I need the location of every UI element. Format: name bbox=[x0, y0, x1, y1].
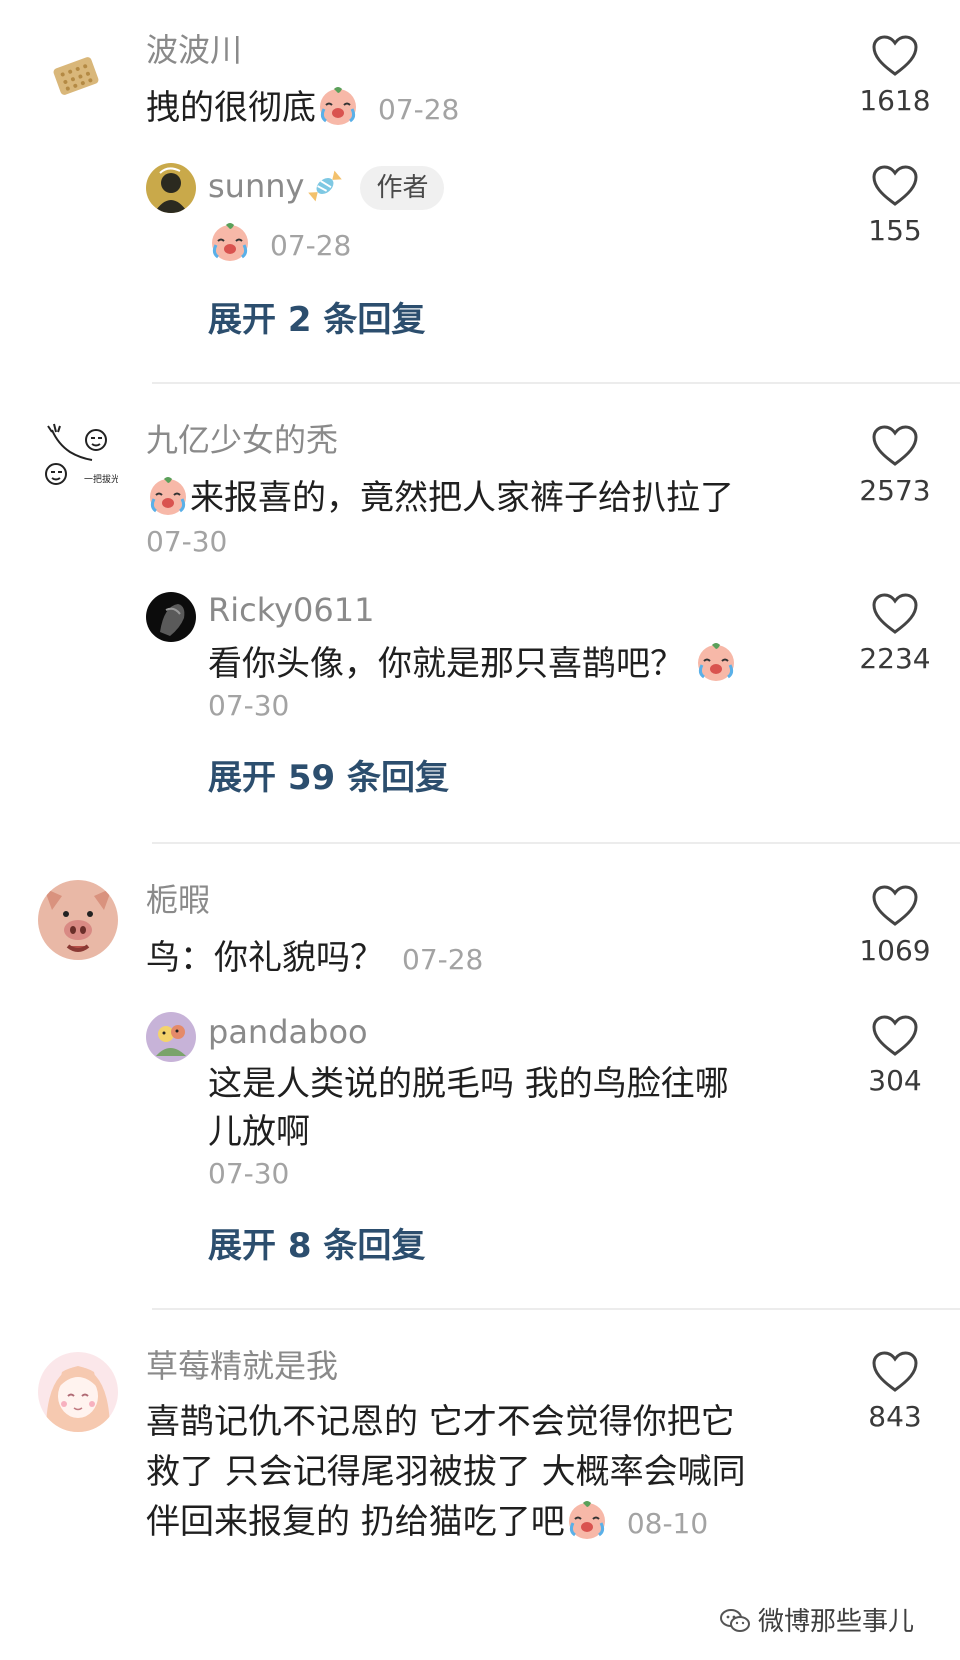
comment-text: 来报喜的，竟然把人家裤子给扒拉了 bbox=[146, 472, 734, 524]
cartoon-avatar-image bbox=[146, 1012, 196, 1062]
username[interactable]: 波波川 bbox=[146, 30, 242, 70]
candy-icon bbox=[308, 170, 343, 202]
reply-text: 看你头像，你就是那只喜鹊吧？ bbox=[208, 638, 738, 690]
reply-body: 看你头像，你就是那只喜鹊吧？ bbox=[208, 644, 684, 684]
meme-avatar-image: 一把拔光 bbox=[38, 420, 118, 500]
watermark: 微博那些事儿 bbox=[713, 1599, 920, 1640]
avatar[interactable] bbox=[146, 592, 196, 642]
wechat-icon bbox=[719, 1609, 750, 1632]
like-button[interactable]: 155 bbox=[850, 164, 940, 248]
heart-outline-icon bbox=[872, 35, 918, 76]
crying-face-emoji-icon bbox=[150, 477, 186, 515]
crying-face-emoji-icon bbox=[698, 643, 734, 681]
heart-outline-icon bbox=[872, 1351, 918, 1392]
like-count: 155 bbox=[868, 214, 922, 247]
watermark-text: 微博那些事儿 bbox=[757, 1607, 914, 1637]
expand-replies-link[interactable]: 展开 59 条回复 bbox=[208, 756, 449, 800]
reply-username-text: sunny bbox=[208, 167, 305, 205]
comment-text-line-1: 喜鹊记仇不记恩的 它才不会觉得你把它 bbox=[146, 1402, 735, 1442]
comment-body: 来报喜的，竟然把人家裤子给扒拉了 bbox=[190, 478, 734, 518]
username[interactable]: 九亿少女的秃 bbox=[146, 420, 338, 460]
like-count: 843 bbox=[868, 1400, 922, 1433]
username[interactable]: 栀暇 bbox=[146, 880, 210, 920]
heart-outline-icon bbox=[872, 593, 918, 634]
dark-avatar-image bbox=[146, 592, 196, 642]
reply-username[interactable]: sunny 作者 bbox=[208, 166, 445, 210]
crying-face-emoji-icon bbox=[320, 87, 356, 125]
crying-face-emoji-icon bbox=[568, 1501, 605, 1539]
avatar[interactable]: 一把拔光 bbox=[38, 420, 118, 500]
like-count: 1069 bbox=[859, 934, 931, 967]
heart-outline-icon bbox=[872, 885, 918, 926]
comment-text-line-2: 救了 只会记得尾羽被拔了 大概率会喊同 bbox=[146, 1452, 746, 1492]
comment-text: 拽的很彻底 07-28 bbox=[146, 82, 459, 136]
comment-body: 伴回来报复的 扔给猫吃了吧 bbox=[146, 1502, 565, 1542]
reply-date: 07-30 bbox=[208, 689, 290, 722]
biscuit-avatar-image bbox=[53, 57, 99, 95]
heart-outline-icon bbox=[872, 425, 918, 466]
reply-date: 07-28 bbox=[270, 229, 352, 262]
avatar[interactable] bbox=[146, 163, 196, 213]
like-button[interactable]: 843 bbox=[850, 1350, 940, 1434]
reply-text-line-2: 儿放啊 bbox=[208, 1112, 310, 1152]
like-count: 304 bbox=[868, 1064, 922, 1097]
comment-text-line-3: 伴回来报复的 扔给猫吃了吧 08-10 bbox=[146, 1496, 708, 1550]
reply-username[interactable]: pandaboo bbox=[208, 1012, 368, 1052]
comment-body: 拽的很彻底 bbox=[146, 88, 316, 128]
comment-date: 07-30 bbox=[146, 525, 228, 558]
comment-date: 08-10 bbox=[626, 1507, 709, 1540]
comment-body: 鸟：你礼貌吗？ bbox=[146, 938, 384, 978]
reply-text: 07-28 bbox=[208, 218, 351, 272]
reply-text-line-1: 这是人类说的脱毛吗 我的鸟脸往哪 bbox=[208, 1064, 729, 1104]
crying-face-emoji-icon bbox=[212, 223, 248, 261]
avatar[interactable] bbox=[146, 1012, 196, 1062]
author-badge: 作者 bbox=[360, 166, 445, 210]
avatar[interactable] bbox=[38, 880, 118, 960]
username[interactable]: 草莓精就是我 bbox=[146, 1346, 338, 1386]
pig-avatar-image bbox=[38, 880, 118, 960]
anime-girl-avatar-image bbox=[38, 1352, 118, 1432]
avatar[interactable] bbox=[38, 1352, 118, 1432]
comment-date: 07-28 bbox=[378, 93, 460, 126]
expand-replies-link[interactable]: 展开 2 条回复 bbox=[208, 298, 425, 342]
expand-replies-link[interactable]: 展开 8 条回复 bbox=[208, 1224, 425, 1268]
avatar-caption: 一把拔光 bbox=[84, 473, 118, 485]
like-button[interactable]: 1069 bbox=[850, 884, 940, 968]
like-count: 2573 bbox=[859, 474, 931, 507]
heart-outline-icon bbox=[872, 165, 918, 206]
like-count: 2234 bbox=[859, 642, 931, 675]
like-button[interactable]: 2573 bbox=[850, 424, 940, 508]
person-avatar-image bbox=[146, 163, 196, 213]
reply-username[interactable]: Ricky0611 bbox=[208, 590, 374, 630]
like-count: 1618 bbox=[859, 84, 931, 117]
like-button[interactable]: 2234 bbox=[850, 592, 940, 676]
divider bbox=[152, 1308, 960, 1310]
reply-date: 07-30 bbox=[208, 1157, 290, 1190]
comment-date: 07-28 bbox=[402, 943, 484, 976]
avatar[interactable] bbox=[52, 52, 100, 100]
like-button[interactable]: 304 bbox=[850, 1014, 940, 1098]
heart-outline-icon bbox=[872, 1015, 918, 1056]
like-button[interactable]: 1618 bbox=[850, 34, 940, 118]
divider bbox=[152, 382, 960, 384]
divider bbox=[152, 842, 960, 844]
comment-text: 鸟：你礼貌吗？ 07-28 bbox=[146, 932, 483, 986]
